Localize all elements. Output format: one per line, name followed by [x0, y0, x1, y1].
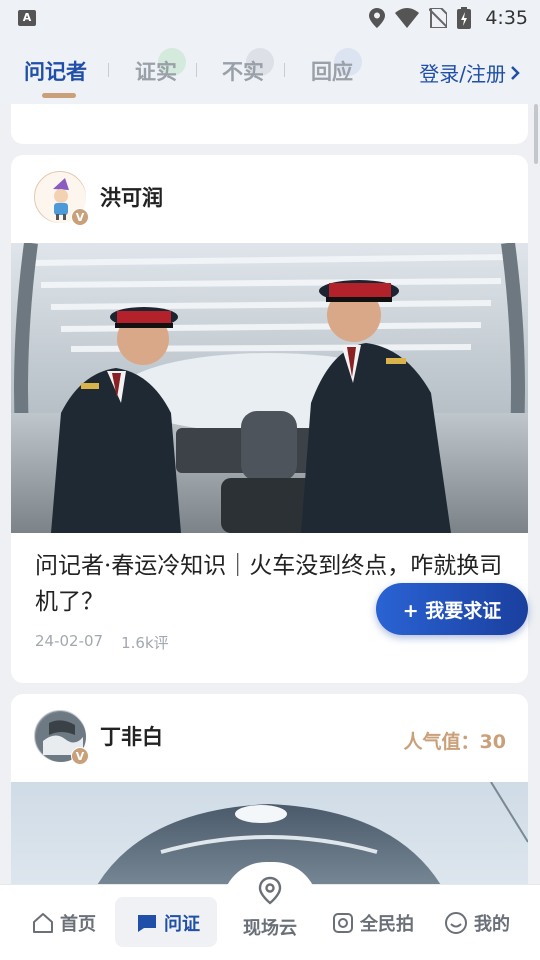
verified-badge: V — [71, 747, 89, 765]
popularity-value: 30 — [479, 731, 506, 753]
nav-citizen-shoot-label: 全民拍 — [360, 914, 414, 935]
nav-ask-label: 问证 — [164, 914, 200, 935]
request-verification-button[interactable]: + 我要求证 — [376, 583, 528, 635]
scrollbar[interactable] — [534, 104, 538, 164]
feed[interactable]: V 洪可润 问记者·春运冷知识｜火车没到终点，咋就换司机了？ 24-02-07 … — [0, 104, 540, 884]
chevron-right-icon — [511, 65, 520, 80]
verified-badge: V — [71, 208, 89, 226]
status-time: 4:35 — [485, 7, 528, 29]
active-tab-indicator — [42, 93, 76, 98]
question-card[interactable]: V 丁非白 人气值：30 — [11, 694, 528, 884]
accessibility-icon: A — [18, 10, 36, 26]
top-nav: 问记者 证实 不实 回应 登录/注册 — [0, 36, 540, 104]
nav-home-label: 首页 — [60, 914, 96, 935]
previous-card[interactable] — [11, 104, 528, 144]
author-name[interactable]: 洪可润 — [100, 182, 163, 212]
article-date: 24-02-07 — [35, 632, 104, 650]
tab-verified[interactable]: 证实 — [135, 56, 177, 86]
popularity-label: 人气值： — [403, 731, 480, 753]
wifi-icon — [395, 8, 420, 28]
article-meta: 24-02-07 1.6k评 — [35, 632, 169, 653]
status-icons: 4:35 — [369, 6, 528, 30]
chat-icon — [138, 915, 156, 932]
login-label: 登录/注册 — [419, 62, 506, 86]
no-sim-icon — [429, 8, 448, 28]
tab-divider — [196, 63, 197, 77]
nav-mine-label: 我的 — [474, 914, 510, 935]
tab-false[interactable]: 不实 — [222, 56, 264, 86]
nav-ask[interactable]: 问证 — [136, 909, 200, 937]
tab-response[interactable]: 回应 — [311, 56, 353, 86]
nav-citizen-shoot[interactable]: 全民拍 — [332, 909, 414, 937]
home-icon — [33, 913, 53, 933]
location-icon — [369, 8, 386, 28]
nav-home[interactable]: 首页 — [32, 909, 96, 937]
nav-mine[interactable]: 我的 — [444, 909, 510, 937]
author-row[interactable]: V 洪可润 — [34, 171, 163, 226]
smile-icon — [445, 912, 467, 934]
popularity: 人气值：30 — [404, 727, 506, 754]
nav-scene-cloud-label: 现场云 — [243, 918, 297, 939]
nav-scene-cloud[interactable]: 现场云 — [242, 876, 298, 940]
battery-icon — [457, 7, 472, 29]
location-pin-icon — [258, 876, 282, 905]
author-name[interactable]: 丁非白 — [100, 721, 163, 751]
tab-divider — [108, 63, 109, 77]
article-photo[interactable] — [11, 243, 528, 533]
tab-divider — [284, 63, 285, 77]
author-row[interactable]: V 丁非白 — [34, 710, 163, 765]
comment-count: 1.6k评 — [121, 634, 169, 652]
avatar[interactable]: V — [34, 171, 89, 226]
status-bar: A 4:35 — [0, 0, 540, 36]
tab-ask-reporter[interactable]: 问记者 — [24, 56, 87, 86]
login-register-link[interactable]: 登录/注册 — [419, 58, 520, 87]
avatar[interactable]: V — [34, 710, 89, 765]
camera-icon — [333, 913, 353, 933]
